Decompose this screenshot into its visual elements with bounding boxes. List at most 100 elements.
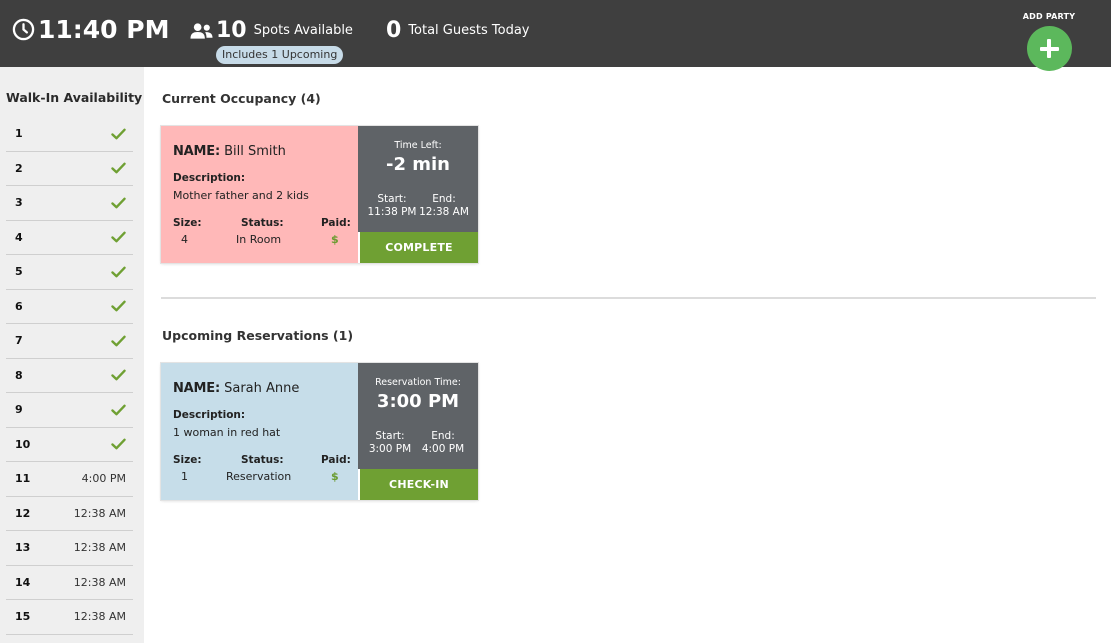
slot-number: 7: [15, 334, 23, 348]
slot-number: 14: [15, 575, 31, 589]
check-icon: [111, 266, 126, 278]
section-divider: [161, 297, 1096, 299]
check-icon: [111, 231, 126, 243]
walk-in-slot: 11 4:00 PM: [6, 462, 133, 497]
add-party-button[interactable]: [1026, 26, 1072, 71]
slot-number: 3: [15, 196, 23, 210]
end-label: End:: [432, 193, 456, 205]
spots-label: Spots Available: [253, 23, 353, 38]
add-party: ADD PARTY: [1017, 12, 1081, 71]
status-label: Status:: [241, 454, 284, 466]
spots-count: 10: [216, 18, 247, 43]
slot-time: 4:00 PM: [81, 472, 126, 486]
slot-number: 8: [15, 368, 23, 382]
walk-in-slot: 2: [6, 152, 133, 186]
walk-in-slot: 1: [6, 117, 133, 152]
slot-number: 11: [15, 472, 31, 486]
guests-count: 0: [386, 18, 402, 43]
description-value: Mother father and 2 kids: [173, 189, 309, 202]
party-name: NAME: Bill Smith: [173, 144, 286, 159]
party-info: NAME: Bill Smith Description: Mother fat…: [161, 126, 358, 263]
end-time: End: 4:00 PM: [415, 430, 471, 456]
walk-in-slot: 15 12:38 AM: [6, 600, 133, 635]
slot-number: 12: [15, 506, 31, 520]
slot-time: 12:38 AM: [73, 610, 126, 624]
add-party-label: ADD PARTY: [1022, 12, 1076, 21]
slot-number: 4: [15, 230, 23, 244]
status-label: Status:: [241, 217, 284, 229]
name-value: Sarah Anne: [224, 381, 300, 396]
walk-in-slot: 4: [6, 221, 133, 255]
check-icon: [111, 438, 126, 450]
description-label: Description:: [173, 172, 246, 184]
name-label: NAME:: [173, 381, 220, 396]
status-value: In Room: [236, 233, 282, 246]
slot-number: 9: [15, 403, 23, 417]
walk-in-slot: 9: [6, 393, 133, 428]
slot-number: 10: [15, 437, 31, 451]
check-icon: [111, 128, 126, 140]
top-bar: 11:40 PM 10 Spots Available Includes 1 U…: [0, 0, 1111, 71]
end-label: End:: [431, 430, 455, 442]
slot-number: 13: [15, 541, 31, 555]
paid-value: $: [331, 233, 339, 246]
start-label: Start:: [375, 430, 405, 442]
slot-time: 12:38 AM: [73, 575, 126, 589]
size-value: 4: [181, 233, 188, 246]
spots-available: 10 Spots Available: [190, 18, 353, 43]
total-guests: 0 Total Guests Today: [386, 18, 530, 43]
end-value: 12:38 AM: [419, 206, 469, 218]
upcoming-badge: Includes 1 Upcoming: [216, 46, 344, 64]
walk-in-sidebar: Walk-In Availability 1 2 3 4 5 6 7 8 9 10 11 4:00 P…: [0, 67, 144, 643]
time-left-label: Time Left:: [394, 140, 442, 151]
start-label: Start:: [377, 193, 407, 205]
people-icon: [190, 22, 213, 39]
walk-in-slot: 14 12:38 AM: [6, 566, 133, 600]
slot-number: 15: [15, 610, 31, 624]
paid-value: $: [331, 470, 339, 483]
occupancy-title: Current Occupancy (4): [162, 91, 321, 106]
check-in-button[interactable]: CHECK-IN: [358, 469, 478, 500]
start-value: 3:00 PM: [368, 443, 412, 455]
walk-in-slot: 7: [6, 324, 133, 359]
time-panel: Reservation Time: 3:00 PM Start: 3:00 PM…: [358, 363, 478, 500]
occupancy-card: NAME: Bill Smith Description: Mother fat…: [161, 126, 478, 263]
start-time: Start: 11:38 PM: [364, 193, 420, 219]
paid-label: Paid:: [321, 217, 351, 229]
walk-in-slot: 5: [6, 255, 133, 290]
slot-number: 5: [15, 265, 23, 279]
start-value: 11:38 PM: [367, 206, 417, 218]
walk-in-slot: 10: [6, 428, 133, 462]
name-label: NAME:: [173, 144, 220, 159]
sidebar-title: Walk-In Availability: [6, 90, 143, 105]
complete-button[interactable]: COMPLETE: [358, 232, 478, 263]
check-icon: [111, 162, 126, 174]
check-icon: [111, 369, 126, 381]
description-value: 1 woman in red hat: [173, 426, 281, 439]
guests-label: Total Guests Today: [408, 23, 530, 38]
check-icon: [111, 404, 126, 416]
reservation-card: NAME: Sarah Anne Description: 1 woman in…: [161, 363, 478, 500]
slot-time: 12:38 AM: [73, 506, 126, 520]
paid-label: Paid:: [321, 454, 351, 466]
check-icon: [111, 197, 126, 209]
time-left-value: -2 min: [385, 154, 450, 175]
size-value: 1: [181, 470, 188, 483]
description-label: Description:: [173, 409, 246, 421]
status-value: Reservation: [226, 470, 292, 483]
reservation-time-label: Reservation Time:: [375, 377, 461, 388]
slot-number: 1: [15, 127, 23, 141]
party-info: NAME: Sarah Anne Description: 1 woman in…: [161, 363, 358, 500]
time-panel: Time Left: -2 min Start: 11:38 PM End: 1…: [358, 126, 478, 263]
walk-in-slot: 13 12:38 AM: [6, 531, 133, 566]
check-icon: [111, 300, 126, 312]
name-value: Bill Smith: [224, 144, 286, 159]
walk-in-slot: 3: [6, 186, 133, 221]
start-time: Start: 3:00 PM: [362, 430, 418, 456]
time-value: 11:40 PM: [38, 15, 170, 44]
size-label: Size:: [173, 454, 202, 466]
current-time: 11:40 PM: [12, 15, 169, 44]
upcoming-title: Upcoming Reservations (1): [162, 328, 354, 343]
walk-in-slot: 12 12:38 AM: [6, 497, 133, 531]
walk-in-slot: 6: [6, 290, 133, 324]
